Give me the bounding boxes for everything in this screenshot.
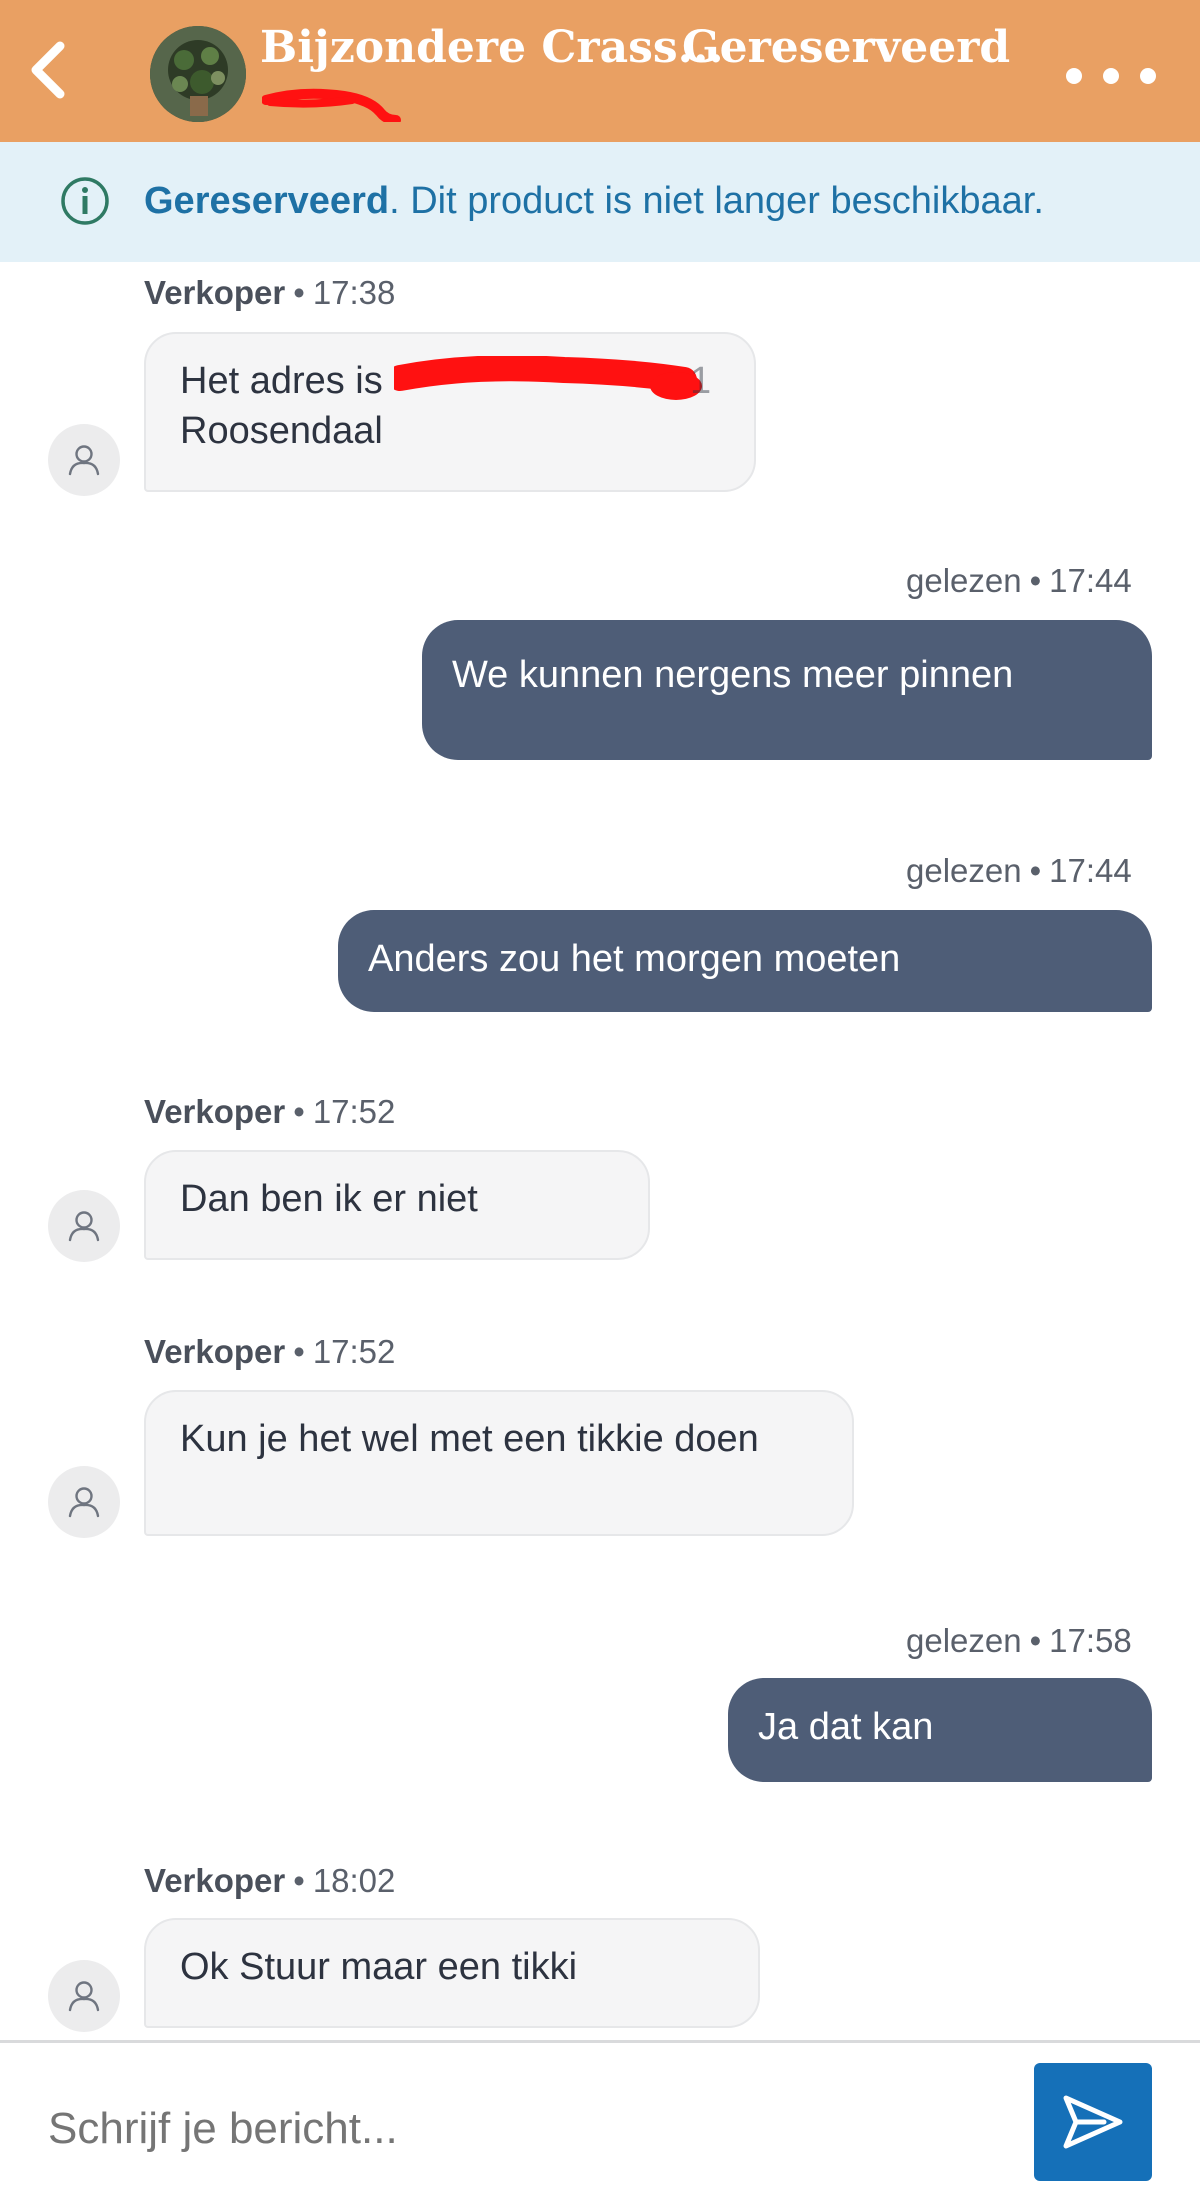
- message-text: Ja dat kan: [758, 1706, 934, 1748]
- user-icon: [68, 445, 100, 476]
- message-meta: gelezen • 17:58: [906, 1622, 1132, 1659]
- message-time: 17:44: [1049, 852, 1132, 889]
- redaction-mark: [394, 356, 702, 400]
- message-composer: [0, 2040, 1200, 2202]
- info-icon: [61, 177, 109, 225]
- message-meta: Verkoper • 17:52: [144, 1333, 396, 1370]
- user-icon: [68, 1487, 100, 1518]
- user-avatar: [48, 1960, 120, 2032]
- sender-name: Verkoper: [144, 1093, 286, 1130]
- banner-text: . Dit product is niet langer beschikbaar…: [389, 180, 1044, 222]
- read-status: gelezen: [906, 852, 1022, 889]
- sender-name: Verkoper: [144, 274, 286, 311]
- reserved-banner: Gereserveerd. Dit product is niet langer…: [0, 142, 1200, 262]
- banner-message: Gereserveerd. Dit product is niet langer…: [144, 180, 1044, 223]
- more-horizontal-icon: [1066, 68, 1082, 84]
- banner-bold-label: Gereserveerd: [144, 180, 390, 222]
- message-text: Kun je het wel met een tikkie doen: [180, 1418, 759, 1460]
- message-text: Anders zou het morgen moeten: [368, 938, 901, 980]
- message-input[interactable]: [48, 2101, 948, 2157]
- message-meta: Verkoper • 17:38: [144, 274, 396, 311]
- user-avatar: [48, 424, 120, 496]
- redacted-username: [262, 88, 401, 122]
- message-time: 17:38: [312, 274, 396, 311]
- incoming-message[interactable]: Dan ben ik er niet: [144, 1150, 650, 1260]
- message-text: Dan ben ik er niet: [180, 1178, 478, 1220]
- read-status: gelezen: [906, 562, 1022, 599]
- send-button[interactable]: [1034, 2063, 1152, 2181]
- message-meta: Verkoper • 18:02: [144, 1862, 396, 1899]
- message-time: 18:02: [312, 1862, 396, 1899]
- message-meta: Verkoper • 17:52: [144, 1093, 396, 1130]
- chat-header: Bijzondere Crass... Gereserveerd: [0, 0, 1200, 142]
- incoming-message[interactable]: Het adres is 1 Roosendaal: [144, 332, 756, 492]
- user-avatar: [48, 1466, 120, 1538]
- chat-title[interactable]: Bijzondere Crass...: [260, 22, 724, 73]
- chevron-left-icon: [31, 41, 65, 99]
- message-time: 17:58: [1049, 1622, 1132, 1659]
- message-text: Roosendaal: [180, 410, 383, 452]
- read-status: gelezen: [906, 1622, 1022, 1659]
- outgoing-message[interactable]: Ja dat kan: [728, 1678, 1152, 1782]
- user-icon: [68, 1981, 100, 2012]
- outgoing-message[interactable]: We kunnen nergens meer pinnen: [422, 620, 1152, 760]
- product-avatar[interactable]: [150, 26, 246, 122]
- outgoing-message[interactable]: Anders zou het morgen moeten: [338, 910, 1152, 1012]
- message-meta: gelezen • 17:44: [906, 852, 1132, 889]
- incoming-message[interactable]: Kun je het wel met een tikkie doen: [144, 1390, 854, 1536]
- message-time: 17:44: [1049, 562, 1132, 599]
- sender-name: Verkoper: [144, 1862, 286, 1899]
- more-options-button[interactable]: [1066, 58, 1156, 94]
- message-text: Het adres is: [180, 360, 383, 402]
- message-meta: gelezen • 17:44: [906, 562, 1132, 599]
- message-time: 17:52: [312, 1093, 396, 1130]
- message-text: Ok Stuur maar een tikki: [180, 1946, 578, 1988]
- user-avatar: [48, 1190, 120, 1262]
- send-icon: [1063, 2095, 1123, 2149]
- message-time: 17:52: [312, 1333, 396, 1370]
- sender-name: Verkoper: [144, 1333, 286, 1370]
- reservation-status: Gereserveerd: [682, 22, 1011, 73]
- message-text: We kunnen nergens meer pinnen: [452, 654, 1014, 696]
- user-icon: [68, 1211, 100, 1242]
- back-button[interactable]: [18, 40, 78, 100]
- incoming-message[interactable]: Ok Stuur maar een tikki: [144, 1918, 760, 2028]
